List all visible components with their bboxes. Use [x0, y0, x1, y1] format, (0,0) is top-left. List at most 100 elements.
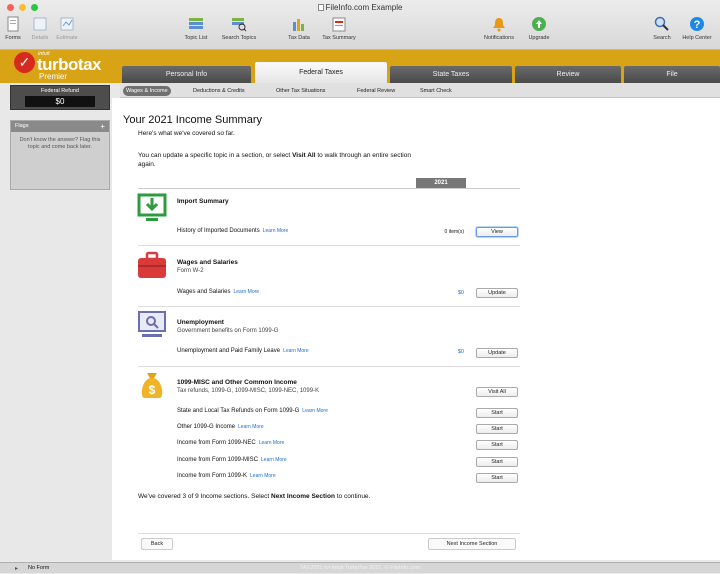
- tax-summary-button[interactable]: Tax Summary: [314, 16, 364, 41]
- notifications-label: Notifications: [484, 35, 514, 41]
- flags-panel: Flags + Don't know the answer? Flag this …: [10, 120, 110, 190]
- sidebar: Federal Refund $0 Flags + Don't know the …: [10, 85, 110, 190]
- import-icon: [137, 193, 167, 221]
- progress-note: We've covered 3 of 9 Income sections. Se…: [138, 493, 370, 500]
- status-bar: ▸ No Form TAX2021 for intuit TurboTax 20…: [0, 562, 720, 573]
- import-summary-title: Import Summary: [177, 198, 229, 205]
- back-button[interactable]: Back: [141, 538, 173, 550]
- divider: [138, 188, 520, 189]
- start-button[interactable]: Start: [476, 424, 518, 434]
- refund-amount: $0: [25, 96, 95, 107]
- misc-row: Income from Form 1099-MISC Learn More: [177, 457, 287, 463]
- tax-summary-icon: [332, 17, 346, 32]
- subtab-other-tax-situations[interactable]: Other Tax Situations: [273, 86, 328, 96]
- misc-row-label: State and Local Tax Refunds on Form 1099…: [177, 408, 300, 414]
- intro-instructions: You can update a specific topic in a sec…: [138, 151, 520, 169]
- topic-list-icon: [189, 18, 203, 29]
- start-button[interactable]: Start: [476, 440, 518, 450]
- progress-note-pre: We've covered 3 of 9 Income sections. Se…: [138, 493, 271, 500]
- search-label: Search: [653, 35, 671, 41]
- learn-more-link[interactable]: Learn More: [238, 424, 264, 430]
- misc-row: State and Local Tax Refunds on Form 1099…: [177, 408, 328, 414]
- refund-label: Federal Refund: [41, 88, 79, 94]
- imported-documents-label: History of Imported Documents: [177, 228, 260, 234]
- imported-count: 0 item(s): [444, 229, 464, 235]
- learn-more-link[interactable]: Learn More: [233, 289, 259, 295]
- progress-note-post: to continue.: [334, 493, 371, 500]
- intro-instructions-pre: You can update a specific topic in a sec…: [138, 152, 293, 159]
- learn-more-link[interactable]: Learn More: [302, 408, 328, 414]
- search-topics-button[interactable]: Search Topics: [214, 16, 264, 41]
- next-income-section-button[interactable]: Next Income Section: [428, 538, 516, 550]
- window-title-text: FileInfo.com Example: [325, 3, 403, 12]
- tax-data-label: Tax Data: [288, 35, 310, 41]
- subtab-smart-check[interactable]: Smart Check: [417, 86, 455, 96]
- wages-subtitle: Form W-2: [177, 268, 204, 274]
- start-button[interactable]: Start: [476, 473, 518, 483]
- start-button[interactable]: Start: [476, 408, 518, 418]
- bell-icon: [493, 18, 505, 32]
- search-topics-icon: [232, 18, 247, 32]
- intro-instructions-post: to walk through an entire section: [315, 152, 411, 159]
- learn-more-link[interactable]: Learn More: [263, 228, 289, 234]
- tab-state-taxes[interactable]: State Taxes: [390, 66, 512, 83]
- svg-text:?: ?: [694, 19, 701, 31]
- tab-file[interactable]: File: [624, 66, 720, 83]
- help-center-label: Help Center: [682, 35, 712, 41]
- misc-income-subtitle: Tax refunds, 1099-G, 1099-MISC, 1099-NEC…: [177, 388, 320, 394]
- year-column-header: 2021: [416, 178, 466, 188]
- divider: [138, 533, 520, 534]
- logo-edition: Premier: [39, 72, 68, 81]
- update-button[interactable]: Update: [476, 288, 518, 298]
- misc-row-label: Income from Form 1099-MISC: [177, 457, 259, 463]
- help-center-button[interactable]: ? Help Center: [672, 16, 720, 41]
- tax-summary-label: Tax Summary: [322, 35, 356, 41]
- unemployment-amount[interactable]: $0: [420, 349, 464, 355]
- update-button[interactable]: Update: [476, 348, 518, 358]
- divider: [138, 366, 520, 367]
- wages-amount[interactable]: $0: [420, 290, 464, 296]
- subtab-wages-income[interactable]: Wages & Income: [123, 86, 171, 96]
- estimate-icon: [60, 17, 74, 31]
- topic-list-label: Topic List: [184, 35, 208, 41]
- checkmark-icon: ✓: [14, 52, 35, 73]
- flags-header: Flags +: [11, 121, 109, 132]
- federal-refund-meter: Federal Refund $0: [10, 85, 110, 110]
- subtab-federal-review[interactable]: Federal Review: [354, 86, 398, 96]
- document-icon: [317, 4, 324, 11]
- intro-instructions-bold: Visit All: [292, 152, 316, 159]
- divider: [138, 245, 520, 246]
- unemployment-row: Unemployment and Paid Family Leave Learn …: [177, 348, 309, 354]
- subtab-deductions-credits[interactable]: Deductions & Credits: [190, 86, 248, 96]
- upgrade-button[interactable]: Upgrade: [514, 16, 564, 41]
- wages-title: Wages and Salaries: [177, 259, 238, 266]
- learn-more-link[interactable]: Learn More: [259, 440, 285, 446]
- view-button[interactable]: View: [476, 227, 518, 237]
- estimate-button[interactable]: Estimate: [42, 16, 92, 41]
- learn-more-link[interactable]: Learn More: [250, 473, 276, 479]
- imported-documents-row: History of Imported Documents Learn More: [177, 228, 288, 234]
- tab-federal-taxes[interactable]: Federal Taxes: [255, 62, 387, 83]
- visit-all-button[interactable]: Visit All: [476, 387, 518, 397]
- intro-instructions-line2: again.: [138, 161, 156, 168]
- add-flag-button[interactable]: +: [100, 121, 105, 132]
- tab-personal-info[interactable]: Personal Info: [122, 66, 251, 83]
- briefcase-icon: [138, 251, 166, 278]
- estimate-label: Estimate: [56, 35, 78, 41]
- learn-more-link[interactable]: Learn More: [283, 348, 309, 354]
- flags-help-text: Don't know the answer? Flag this topic a…: [19, 137, 101, 150]
- unemployment-label: Unemployment and Paid Family Leave: [177, 348, 281, 354]
- search-icon: [654, 16, 669, 31]
- misc-row-label: Income from Form 1099-NEC: [177, 440, 256, 446]
- search-topics-label: Search Topics: [221, 35, 257, 41]
- subtab-bar: Wages & Income Deductions & Credits Othe…: [120, 83, 720, 98]
- tax-data-icon: [293, 19, 304, 31]
- status-copyright: TAX2021 for intuit TurboTax 2021, © File…: [299, 565, 421, 571]
- tab-review[interactable]: Review: [515, 66, 621, 83]
- help-icon: ?: [690, 17, 704, 31]
- page-title: Your 2021 Income Summary: [123, 114, 262, 126]
- learn-more-link[interactable]: Learn More: [261, 457, 287, 463]
- start-button[interactable]: Start: [476, 457, 518, 467]
- misc-row: Income from Form 1099-K Learn More: [177, 473, 276, 479]
- turbotax-logo: ✓ intuit turbotax Premier: [14, 51, 126, 82]
